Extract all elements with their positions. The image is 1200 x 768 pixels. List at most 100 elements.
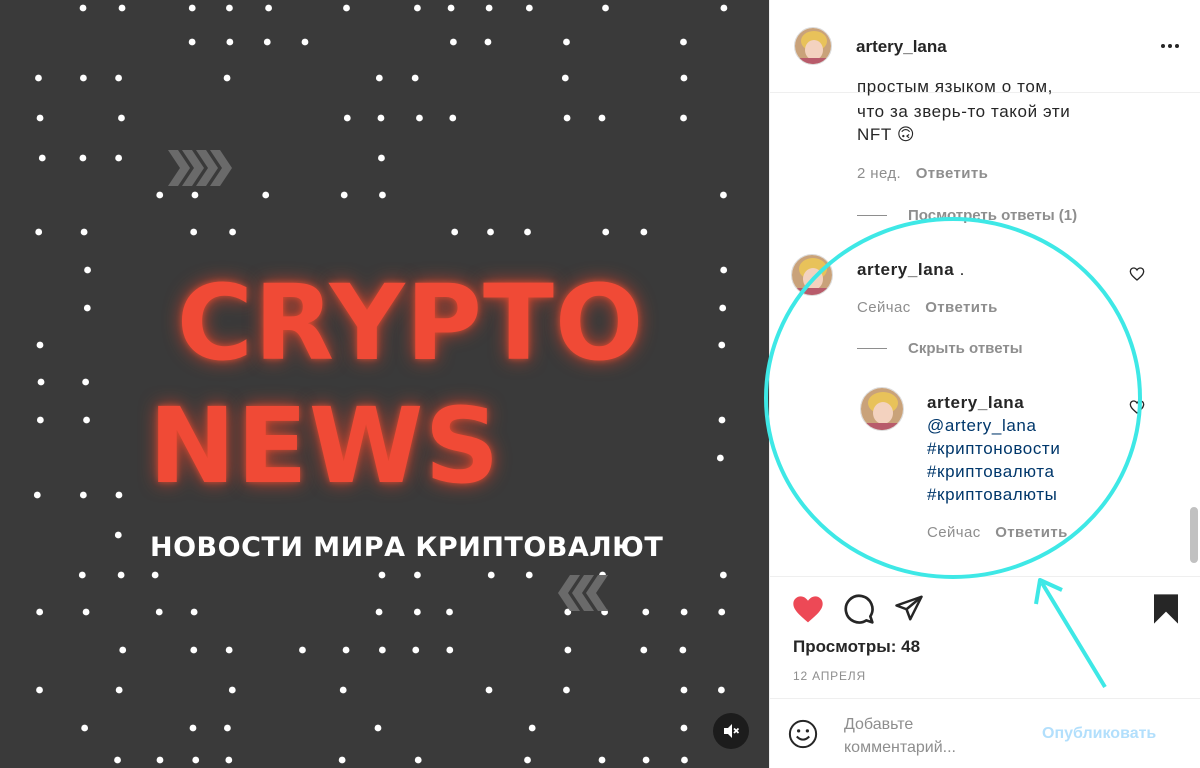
decor-dot — [414, 571, 421, 579]
decor-dot — [79, 4, 87, 12]
decor-dot — [119, 646, 127, 654]
decor-dot — [35, 228, 43, 236]
decor-dot — [446, 608, 453, 616]
avatar[interactable] — [794, 27, 832, 65]
decor-dot — [190, 646, 198, 654]
decor-dot — [680, 114, 687, 122]
decor-dot — [563, 114, 571, 122]
brand-title-line1: CRYPTO — [176, 262, 645, 384]
decor-dot — [377, 114, 385, 122]
decor-dot — [680, 724, 688, 732]
decor-dot — [340, 191, 348, 199]
save-button[interactable] — [1149, 592, 1183, 626]
reply-button[interactable]: Ответить — [916, 165, 989, 182]
decor-dot — [680, 38, 687, 46]
decor-dot — [226, 4, 233, 12]
scrollbar[interactable] — [1190, 507, 1198, 563]
decor-dot — [189, 724, 197, 732]
decor-dot — [82, 608, 90, 616]
comment-meta: 2 нед. Ответить — [857, 165, 988, 182]
decor-dot — [525, 4, 533, 12]
decor-dot — [374, 724, 382, 732]
emoji-icon[interactable] — [788, 719, 818, 749]
decor-dot — [447, 4, 455, 12]
reply-button[interactable]: Ответить — [995, 524, 1068, 541]
comment-time: Сейчас — [857, 299, 911, 316]
decor-dot — [38, 154, 46, 162]
decor-dot — [487, 228, 494, 236]
decor-dot — [375, 608, 383, 616]
decor-dot — [263, 38, 271, 46]
more-dots-icon[interactable] — [1158, 34, 1182, 58]
decor-dot — [36, 686, 43, 694]
decor-dot — [449, 114, 457, 122]
reply-mention-link[interactable]: @artery_lana — [927, 414, 1037, 437]
comment-time: 2 нед. — [857, 165, 902, 182]
decor-dot — [717, 686, 725, 694]
decor-dot — [411, 74, 419, 82]
decor-dot — [718, 416, 726, 424]
decor-dot — [78, 571, 86, 579]
hide-replies-button[interactable]: Скрыть ответы — [908, 340, 1023, 357]
brand-title-line2: NEWS — [148, 385, 501, 507]
comment-username[interactable]: artery_lana — [857, 260, 954, 279]
dot-pattern-background — [33, 4, 728, 764]
view-replies-button[interactable]: Посмотреть ответы (1) — [908, 207, 1077, 224]
decor-dot — [680, 74, 688, 82]
reply-button[interactable]: Ответить — [925, 299, 998, 316]
decor-dot — [343, 4, 350, 12]
decor-dot — [525, 571, 533, 579]
like-button[interactable] — [791, 592, 825, 626]
heart-filled-icon — [793, 596, 823, 623]
chevron-decoration-bottom — [558, 575, 608, 611]
decor-dot — [36, 114, 44, 122]
decor-dot — [115, 74, 122, 82]
header-username[interactable]: artery_lana — [856, 37, 947, 57]
decor-dot — [299, 646, 306, 654]
hashtag-link[interactable]: #криптовалюты — [927, 483, 1058, 506]
like-comment-heart-icon[interactable] — [1129, 399, 1145, 415]
decor-dot — [484, 38, 492, 46]
decor-dot — [561, 74, 569, 82]
decor-dot — [223, 74, 231, 82]
comment-button[interactable] — [842, 592, 876, 626]
decor-dot — [642, 608, 650, 616]
decor-dot — [720, 191, 727, 199]
hashtag-link[interactable]: #криптоновости — [927, 437, 1060, 460]
hashtag-link[interactable]: #криптовалюта — [927, 460, 1055, 483]
post-side-panel: artery_lana простым языком о том, что за… — [769, 0, 1200, 768]
publish-button[interactable]: Опубликовать — [1042, 725, 1156, 743]
comment-body: artery_lana . — [857, 258, 965, 281]
decor-dot — [265, 4, 273, 12]
chevron-decoration-top — [168, 150, 232, 186]
views-count[interactable]: Просмотры: 48 — [793, 637, 920, 657]
decor-dot — [414, 756, 422, 764]
decor-dot — [190, 228, 198, 236]
decor-dot — [640, 228, 648, 236]
comment-input[interactable]: Добавьте комментарий... — [844, 713, 1014, 759]
like-comment-heart-icon[interactable] — [1129, 266, 1145, 282]
decor-dot — [528, 724, 536, 732]
post-date: 12 АПРЕЛЯ — [793, 669, 866, 683]
avatar[interactable] — [791, 254, 833, 296]
post-media[interactable]: CRYPTO NEWS НОВОСТИ МИРА КРИПТОВАЛЮТ — [0, 0, 769, 768]
decor-dot — [563, 38, 570, 46]
decor-dot — [412, 646, 420, 654]
share-button[interactable] — [892, 591, 926, 625]
decor-dot — [485, 4, 493, 12]
decor-dot — [524, 228, 531, 236]
mute-button[interactable] — [713, 713, 749, 749]
decor-dot — [413, 608, 421, 616]
avatar[interactable] — [860, 387, 904, 431]
decor-dot — [563, 686, 570, 694]
comment-composer: Добавьте комментарий... Опубликовать — [770, 698, 1200, 768]
decor-dot — [188, 4, 196, 12]
comments-list[interactable]: простым языком о том, что за зверь-то та… — [770, 75, 1200, 575]
bookmark-filled-icon — [1154, 594, 1178, 624]
decor-dot — [188, 38, 196, 46]
decor-dot — [343, 114, 351, 122]
decor-dot — [338, 756, 346, 764]
comment-text: . — [959, 260, 965, 279]
reply-username[interactable]: artery_lana — [927, 391, 1024, 414]
decor-dot — [719, 571, 727, 579]
